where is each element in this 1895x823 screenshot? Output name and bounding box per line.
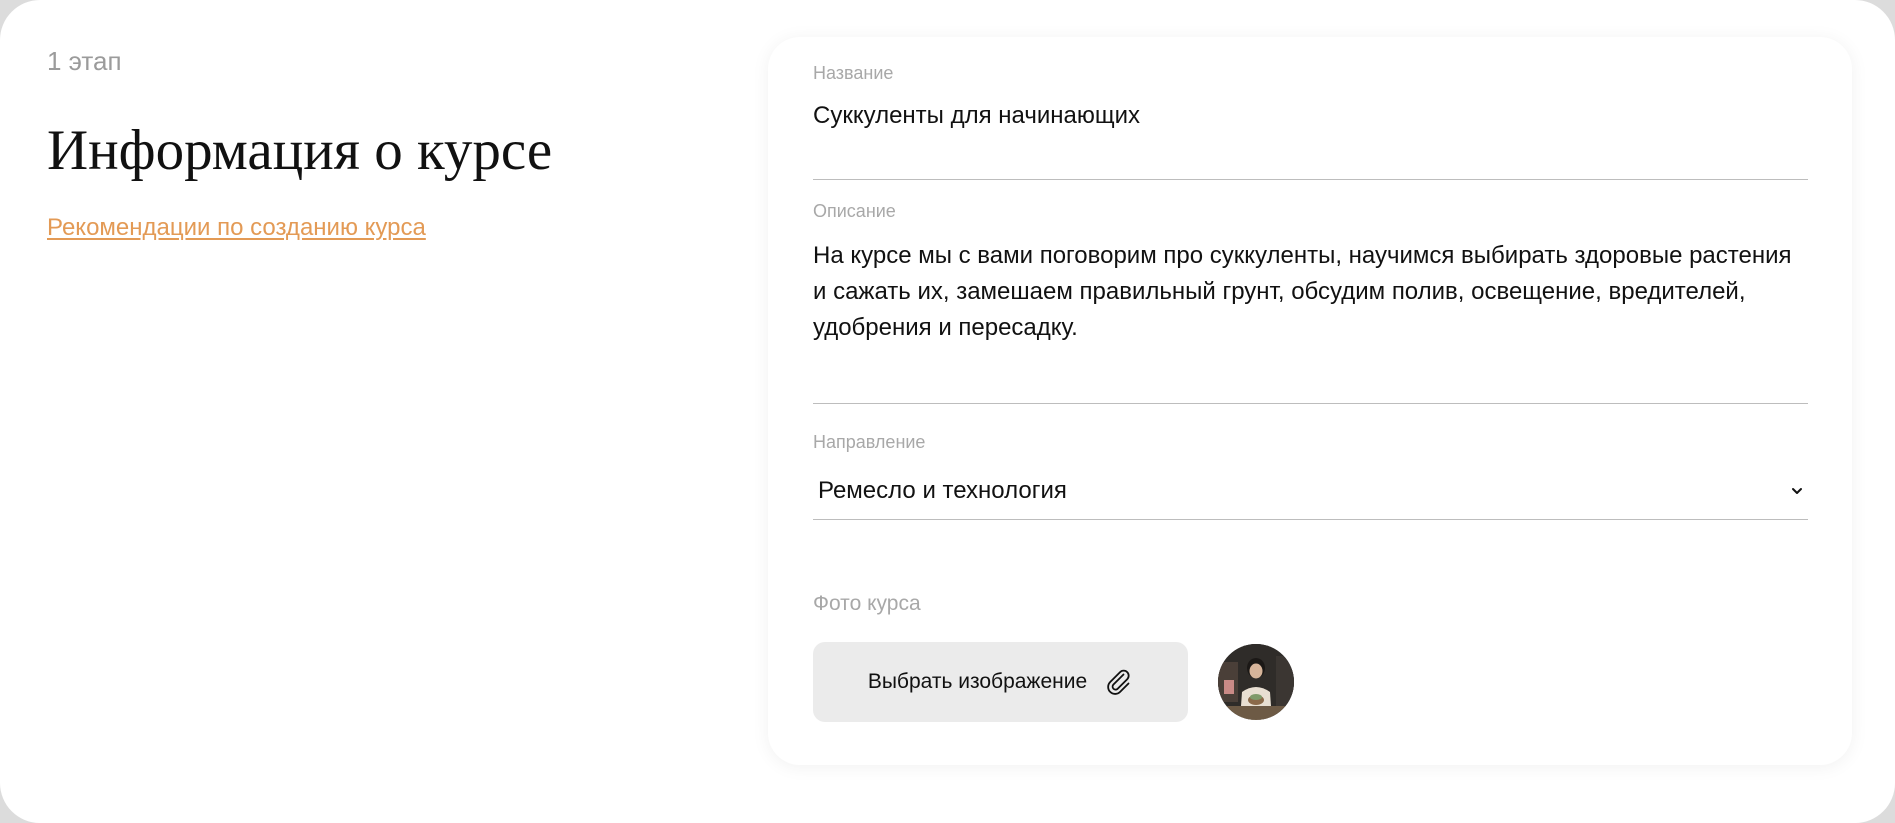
direction-field[interactable]: Направление Ремесло и технология <box>813 431 1808 531</box>
page: 1 этап Информация о курсе Рекомендации п… <box>0 0 1895 823</box>
description-field[interactable]: Описание На курсе мы с вами поговорим пр… <box>813 200 1808 410</box>
page-title: Информация о курсе <box>47 119 553 182</box>
left-column: 1 этап Информация о курсе Рекомендации п… <box>47 44 727 242</box>
name-input[interactable]: Суккуленты для начинающих <box>813 98 1808 134</box>
description-label: Описание <box>813 201 896 221</box>
stage-label: 1 этап <box>47 46 122 76</box>
course-form-card: Название Суккуленты для начинающих Описа… <box>768 37 1852 765</box>
recommendations-link[interactable]: Рекомендации по созданию курса <box>47 214 426 242</box>
direction-label: Направление <box>813 432 926 452</box>
chevron-down-icon[interactable] <box>1790 484 1804 498</box>
direction-underline <box>813 519 1808 520</box>
photo-label: Фото курса <box>813 592 921 615</box>
pick-image-button[interactable]: Выбрать изображение <box>813 642 1188 722</box>
name-label: Название <box>813 63 894 83</box>
course-photo-thumbnail[interactable] <box>1218 644 1294 720</box>
direction-select-value: Ремесло и технология <box>818 477 1067 504</box>
paperclip-icon <box>1107 669 1130 695</box>
description-underline <box>813 403 1808 404</box>
name-underline <box>813 179 1808 180</box>
pick-image-label: Выбрать изображение <box>867 670 1088 693</box>
description-textarea[interactable]: На курсе мы с вами поговорим про суккуле… <box>813 238 1808 346</box>
course-photo-image <box>1218 644 1294 720</box>
name-field[interactable]: Название Суккуленты для начинающих <box>813 62 1808 192</box>
direction-select[interactable]: Ремесло и технология <box>813 471 1808 511</box>
